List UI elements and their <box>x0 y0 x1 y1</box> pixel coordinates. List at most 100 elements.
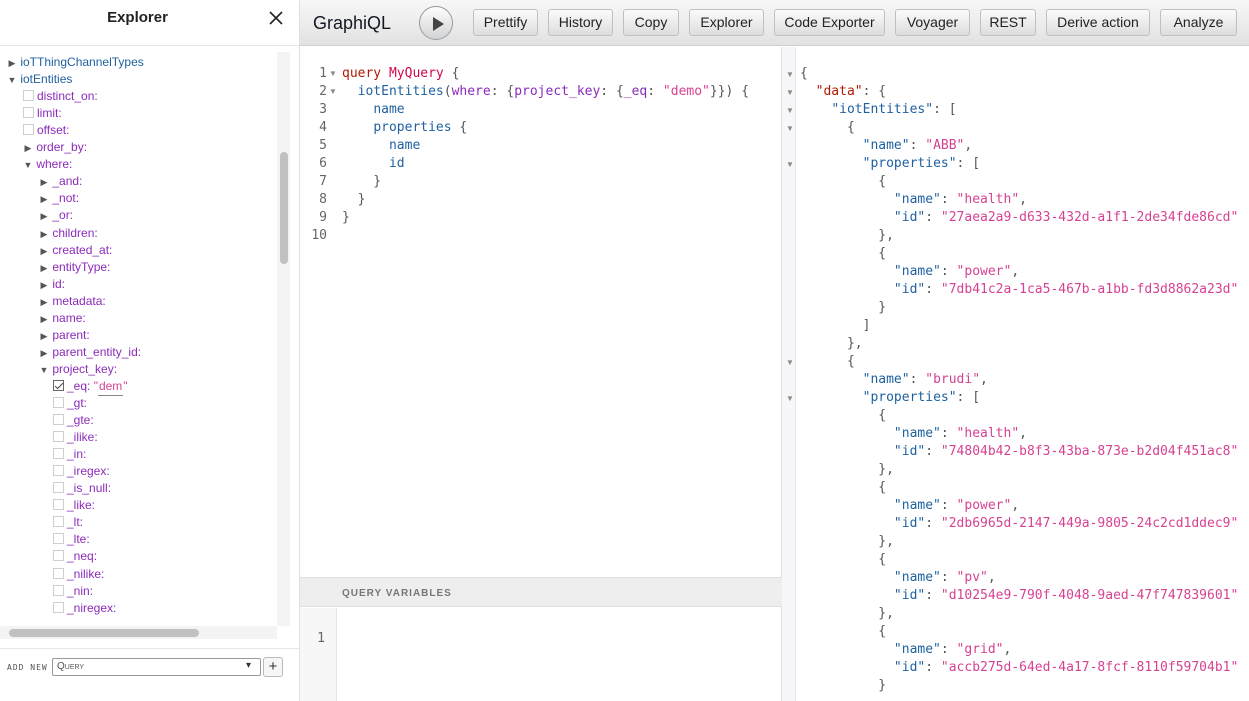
checkbox[interactable] <box>53 516 64 528</box>
code-token: "name" <box>862 138 910 153</box>
fold-caret-icon[interactable]: ▼ <box>786 394 794 403</box>
tree-item-_nin[interactable]: _nin: <box>53 583 93 600</box>
tree-item-iotentities[interactable]: ▼ iotEntities <box>7 71 73 88</box>
checkbox[interactable] <box>23 107 34 119</box>
checkbox[interactable] <box>53 448 64 460</box>
checkbox-checked[interactable] <box>53 379 64 391</box>
code-line: "properties": [ <box>800 156 980 171</box>
tree-item-_lt[interactable]: _lt: <box>53 514 83 531</box>
tree-item-label: limit: <box>37 106 62 121</box>
code-token: "ABB" <box>925 138 965 153</box>
code-token: : { <box>490 84 515 99</box>
checkbox[interactable] <box>53 414 64 426</box>
tree-item-parent[interactable]: ▶ parent: <box>39 327 90 344</box>
fold-caret-icon[interactable]: ▼ <box>786 106 794 115</box>
code-line: }, <box>800 336 863 351</box>
tree-item-label: _like: <box>67 498 96 513</box>
fold-caret-icon[interactable]: ▼ <box>329 87 337 96</box>
tree-item-distinct_on[interactable]: distinct_on: <box>23 88 98 105</box>
eq-value-input[interactable]: dem <box>97 378 124 396</box>
fold-caret-icon[interactable]: ▼ <box>786 358 794 367</box>
tree-item-project_key[interactable]: ▼ project_key: <box>39 361 118 378</box>
code-line: "name": "grid", <box>800 642 1011 657</box>
fold-caret-icon[interactable]: ▼ <box>786 88 794 97</box>
prettify-button[interactable]: Prettify <box>473 9 538 36</box>
tree-item-children[interactable]: ▶ children: <box>39 225 98 242</box>
caret-right-icon: ▶ <box>40 347 48 358</box>
checkbox[interactable] <box>53 397 64 408</box>
close-icon[interactable] <box>266 8 286 28</box>
result-panel[interactable]: ▼ ▼ ▼ ▼ ▼ ▼ ▼ { "data": { "iotEntities": [ { "… <box>782 47 1249 701</box>
tree-item-_gte[interactable]: _gte: <box>53 412 94 429</box>
code-exporter-button[interactable]: Code Exporter <box>774 9 885 36</box>
rest-button[interactable]: REST <box>980 9 1036 36</box>
tree-item-limit[interactable]: limit: <box>23 105 62 122</box>
fold-caret-icon[interactable]: ▼ <box>786 70 794 79</box>
tree-item-_iregex[interactable]: _iregex: <box>53 463 110 480</box>
operation-type-select[interactable]: Query <box>52 658 261 676</box>
tree-item-entitytype[interactable]: ▶ entityType: <box>39 259 111 276</box>
tree-item-iotthingchanneltypes[interactable]: ▶ ioTThingChannelTypes <box>7 54 144 71</box>
query-variables-header[interactable]: QUERY VARIABLES <box>300 577 782 607</box>
vertical-scrollbar-thumb[interactable] <box>280 152 288 264</box>
tree-item-name[interactable]: ▶ name: <box>39 310 86 327</box>
history-button[interactable]: History <box>548 9 613 36</box>
voyager-button[interactable]: Voyager <box>895 9 970 36</box>
checkbox[interactable] <box>53 584 64 596</box>
tree-item-_is_null[interactable]: _is_null: <box>53 480 111 497</box>
tree-item-label: order_by: <box>36 140 88 155</box>
fold-caret-icon[interactable]: ▼ <box>786 124 794 133</box>
tree-item-_in[interactable]: _in: <box>53 446 86 463</box>
checkbox[interactable] <box>53 550 64 562</box>
tree-item-metadata[interactable]: ▶ metadata: <box>39 293 106 310</box>
tree-item-_niregex[interactable]: _niregex: <box>53 600 116 617</box>
checkbox[interactable] <box>53 431 64 443</box>
tree-item-_or[interactable]: ▶ _or: <box>39 207 74 224</box>
tree-item-_gt[interactable]: _gt: <box>53 395 87 412</box>
derive-action-button[interactable]: Derive action <box>1046 9 1150 36</box>
tree-item-_not[interactable]: ▶ _not: <box>39 190 80 207</box>
checkbox[interactable] <box>53 567 64 579</box>
query-editor[interactable]: 1 2 3 4 5 6 7 8 9 10 ▼ ▼ query MyQuery { iotEntitie… <box>300 47 782 577</box>
checkbox[interactable] <box>53 601 64 613</box>
tree-item-_and[interactable]: ▶ _and: <box>39 173 83 190</box>
code-token: : <box>940 264 957 279</box>
caret-right-icon: ▶ <box>40 313 48 324</box>
execute-query-button[interactable] <box>419 6 453 40</box>
code-line: { <box>800 120 855 135</box>
explorer-button[interactable]: Explorer <box>689 9 764 36</box>
tree-item-_like[interactable]: _like: <box>53 497 95 514</box>
code-token: { <box>800 354 855 369</box>
checkbox[interactable] <box>53 482 64 494</box>
tree-item-where[interactable]: ▼ where: <box>23 156 73 173</box>
fold-caret-icon[interactable]: ▼ <box>329 69 337 78</box>
tree-item-_lte[interactable]: _lte: <box>53 531 90 548</box>
tree-item-_ilike[interactable]: _ilike: <box>53 429 98 446</box>
horizontal-scrollbar-thumb[interactable] <box>9 629 199 637</box>
tree-item-created_at[interactable]: ▶ created_at: <box>39 242 113 259</box>
tree-item-parent_entity_id[interactable]: ▶ parent_entity_id: <box>39 344 142 361</box>
copy-button[interactable]: Copy <box>623 9 679 36</box>
checkbox[interactable] <box>53 499 64 511</box>
tree-item-_eq[interactable]: _eq: "dem" <box>53 378 128 396</box>
fold-caret-icon[interactable]: ▼ <box>786 160 794 169</box>
add-operation-button[interactable]: + <box>263 657 283 677</box>
tree-item-offset[interactable]: offset: <box>23 122 69 139</box>
checkbox[interactable] <box>23 90 34 102</box>
analyze-button[interactable]: Analyze <box>1160 9 1237 36</box>
checkbox[interactable] <box>53 533 64 545</box>
code-token: , <box>987 570 996 585</box>
tree-item-_nilike[interactable]: _nilike: <box>53 566 104 583</box>
code-token: , <box>1019 426 1027 441</box>
checkbox[interactable] <box>23 124 34 136</box>
checkbox[interactable] <box>53 465 64 477</box>
code-token: { <box>800 174 887 189</box>
tree-item-id[interactable]: ▶ id: <box>39 276 66 293</box>
tree-item-_neq[interactable]: _neq: <box>53 548 97 565</box>
vertical-scrollbar[interactable] <box>277 52 290 626</box>
tree-item-order_by[interactable]: ▶ order_by: <box>23 139 88 156</box>
